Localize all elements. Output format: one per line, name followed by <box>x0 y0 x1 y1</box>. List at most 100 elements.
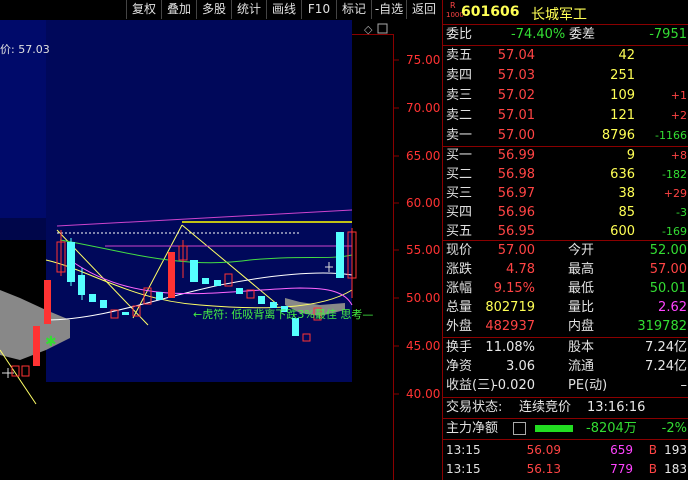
level-label: 卖三 <box>446 88 473 103</box>
level-price: 56.97 <box>497 186 535 201</box>
tick-row: 13:15 56.13 779 B 183 <box>443 459 688 479</box>
buy-level-row: 买四 56.96 85 -3 <box>443 203 688 223</box>
axis-label: 70.00 <box>406 101 441 115</box>
stat-label: 净资 <box>446 359 473 374</box>
tick-row: 13:15 56.09 659 B 193 <box>443 440 688 460</box>
stat-label: PE(动) <box>568 378 608 393</box>
level-volume: 251 <box>610 68 635 83</box>
draw-line-button[interactable]: 画线 <box>266 0 301 19</box>
stat-label: 股本 <box>568 340 595 355</box>
left-blue-band-low <box>0 218 46 240</box>
stat-label: 最高 <box>568 262 595 277</box>
stock-name: 长城军工 <box>531 7 587 23</box>
level-label: 买五 <box>446 224 473 239</box>
buy-level-row: 买五 56.95 600 -169 <box>443 222 688 242</box>
buy-level-row: 买三 56.97 38 +29 <box>443 184 688 204</box>
mark-button[interactable]: 标记 <box>336 0 371 19</box>
weicha-value: -7951 <box>649 27 687 42</box>
level-price: 57.01 <box>497 108 535 123</box>
level-price: 56.99 <box>497 148 535 163</box>
candle-down <box>89 294 96 302</box>
kline-svg: ✱ ◇ <box>0 20 399 480</box>
buy-level-row: 买一 56.99 9 +8 <box>443 146 688 166</box>
stat-value: 7.24亿 <box>645 359 687 374</box>
candle-down <box>258 296 265 304</box>
stats2-row: 收益(三) -0.020 PE(动) – <box>443 376 688 396</box>
stat-value: 4.78 <box>506 262 535 277</box>
candle-down <box>336 232 344 278</box>
stats-row: 外盘 482937 内盘 319782 <box>443 317 688 337</box>
candle-down <box>100 300 107 308</box>
sell-level-row: 卖一 57.00 8796 -1166 <box>443 126 688 146</box>
main-flow-checkbox[interactable] <box>513 422 526 435</box>
main-flow-pct: -2% <box>661 421 687 436</box>
level-change: +29 <box>663 187 687 200</box>
stat-label: 收益(三) <box>446 378 496 393</box>
strategy-annotation: ←虎符: 低吸背离下跌3%最佳 思考— <box>193 308 374 321</box>
tick-price: 56.13 <box>526 462 561 476</box>
stock-header: R 1000 601606 长城军工 <box>443 0 688 24</box>
stat-label: 内盘 <box>568 319 595 334</box>
stat-value: 7.24亿 <box>645 340 687 355</box>
level-label: 卖二 <box>446 108 473 123</box>
multi-stock-button[interactable]: 多股 <box>196 0 231 19</box>
candle-down <box>67 242 75 282</box>
star-marker: ✱ <box>45 334 57 350</box>
trade-state-label: 交易状态: <box>446 400 503 415</box>
weibi-value: -74.40% <box>511 27 566 42</box>
main-flow-row: 主力净额 -8204万 -2% <box>443 419 688 439</box>
stat-value: 319782 <box>637 319 687 334</box>
badge-top: R <box>450 1 456 10</box>
trade-state-row: 交易状态: 连续竞价 13:16:16 <box>443 398 688 418</box>
stat-value: 11.08% <box>485 340 535 355</box>
level-change: +2 <box>670 109 687 122</box>
overlay-button[interactable]: 叠加 <box>161 0 196 19</box>
level-volume: 636 <box>610 167 635 182</box>
f10-button[interactable]: F10 <box>301 0 336 19</box>
level-label: 卖一 <box>446 128 473 143</box>
sell-level-row: 卖四 57.03 251 <box>443 66 688 86</box>
main-flow-bar <box>535 425 573 432</box>
level-price: 56.98 <box>497 167 535 182</box>
level-volume: 9 <box>626 148 635 163</box>
trade-state-value: 连续竞价 <box>519 400 572 415</box>
stat-value: 3.06 <box>506 359 535 374</box>
axis-label: 50.00 <box>406 291 441 305</box>
stat-label: 现价 <box>446 243 473 258</box>
tick-volume: 659 <box>610 443 633 457</box>
level-change: -3 <box>676 206 687 219</box>
level-label: 买二 <box>446 167 473 182</box>
axis-label: 75.00 <box>406 53 441 67</box>
back-button[interactable]: 返回 <box>406 0 441 19</box>
level-label: 买一 <box>446 148 473 163</box>
candle-down <box>122 312 129 315</box>
stats2-row: 净资 3.06 流通 7.24亿 <box>443 357 688 377</box>
current-price-label: 价: 57.03 <box>0 43 50 56</box>
fuquan-button[interactable]: 复权 <box>126 0 161 19</box>
tick-time: 13:15 <box>446 443 481 457</box>
statistics-button[interactable]: 统计 <box>231 0 266 19</box>
stat-value: -0.020 <box>493 378 535 393</box>
tick-count: 183 <box>664 462 687 476</box>
stat-label: 最低 <box>568 281 595 296</box>
stat-label: 今开 <box>568 243 595 258</box>
level-volume: 121 <box>610 108 635 123</box>
candle-down <box>202 278 209 284</box>
stat-value: 52.00 <box>649 243 687 258</box>
level-change: +1 <box>670 89 687 102</box>
candle-up <box>33 326 40 366</box>
axis-label: 45.00 <box>406 339 441 353</box>
level-volume: 85 <box>618 205 635 220</box>
level-volume: 42 <box>618 48 635 63</box>
add-favorite-button[interactable]: -自选 <box>371 0 406 19</box>
stat-value: – <box>680 378 688 393</box>
weicha-label: 委差 <box>569 27 596 42</box>
diamond-icon[interactable]: ◇ <box>364 23 373 36</box>
level-price: 56.95 <box>497 224 535 239</box>
stat-label: 总量 <box>446 300 473 315</box>
level-volume: 109 <box>610 88 635 103</box>
window-icon[interactable] <box>377 23 388 34</box>
level-change: -1166 <box>655 129 687 142</box>
kline-chart[interactable]: ✱ ◇ 价: 57.03 75.00 70.00 65.00 60.00 55.… <box>0 20 441 480</box>
stats-row: 总量 802719 量比 2.62 <box>443 298 688 318</box>
